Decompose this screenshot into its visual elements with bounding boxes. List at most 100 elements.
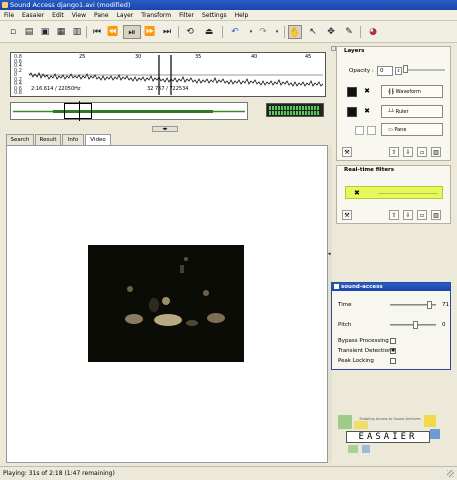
sound-access-titlebar[interactable]: sound-access — [332, 283, 450, 291]
menu-view[interactable]: View — [68, 10, 90, 21]
filter-item[interactable]: ✖ — [345, 186, 443, 199]
rewind-start-icon[interactable]: ⏮ — [90, 25, 104, 39]
pitch-slider-knob[interactable] — [413, 321, 419, 329]
time-slider-knob[interactable] — [426, 301, 432, 309]
pane-layer-icon: ▭ — [388, 127, 393, 133]
meter-bar-right — [269, 111, 319, 115]
bypass-processing-label: Bypass Processing — [338, 338, 389, 344]
logo-square — [354, 421, 368, 429]
navigate-hand-icon[interactable]: ✋ — [288, 25, 302, 39]
menu-pane[interactable]: Pane — [90, 10, 113, 21]
dialog-icon — [334, 284, 339, 289]
redo-icon[interactable]: ↷ — [256, 25, 270, 39]
save-as-icon[interactable]: ▦ — [54, 25, 68, 39]
select-cursor-icon[interactable]: ↖ — [306, 25, 320, 39]
play-selection-icon[interactable]: ⏏ — [202, 25, 216, 39]
video-frame-image — [88, 245, 244, 362]
layer-settings-icon[interactable]: ⚒ — [342, 147, 352, 157]
tab-result[interactable]: Result — [35, 134, 61, 145]
time-slider[interactable] — [390, 301, 436, 309]
opacity-spinbox[interactable]: 0 — [377, 66, 393, 76]
pitch-label: Pitch — [338, 322, 352, 328]
edit-pen-icon[interactable]: ✎ — [342, 25, 356, 39]
filter-delete-icon[interactable]: ▥ — [431, 210, 441, 220]
filter-enabled-icon[interactable]: ✖ — [354, 189, 360, 197]
loop-icon[interactable]: ⟲ — [183, 25, 197, 39]
layer-ruler-button[interactable]: ┴┴ Ruler — [381, 105, 443, 118]
pitch-slider[interactable] — [390, 321, 436, 329]
play-pause-icon[interactable]: ⏯ — [123, 25, 141, 39]
time-readout: 2:16.614 / 22050Hz — [31, 86, 81, 92]
ruler-color-swatch[interactable] — [347, 107, 357, 117]
menu-layer[interactable]: Layer — [113, 10, 138, 21]
tab-search[interactable]: Search — [6, 134, 34, 145]
new-file-icon[interactable]: ▫ — [6, 25, 20, 39]
redo-dropdown-icon[interactable]: ▾ — [270, 25, 284, 39]
ruler-visible-check[interactable]: ✖ — [364, 108, 370, 115]
filter-move-up-icon[interactable]: ⇧ — [389, 210, 399, 220]
filters-group: Real-time filters ✖ ⚒ ⇧ ⇩ ▫ ▥ — [336, 165, 451, 224]
rewind-icon[interactable]: ⏪ — [106, 25, 120, 39]
menu-settings[interactable]: Settings — [198, 10, 231, 21]
waveform-color-swatch[interactable] — [347, 87, 357, 97]
save-icon[interactable]: ▣ — [38, 25, 52, 39]
menu-easaier[interactable]: Easaier — [18, 10, 48, 21]
status-bar: Playing: 31s of 2:18 (1:47 remaining) — [0, 466, 457, 480]
filter-name-bar — [378, 193, 438, 194]
opacity-slider[interactable] — [403, 65, 445, 73]
bypass-processing-checkbox[interactable] — [390, 338, 396, 344]
overview-waveform — [13, 110, 245, 113]
pane-swatch[interactable] — [355, 126, 364, 135]
video-frame[interactable] — [88, 245, 244, 362]
meter-bar-left — [269, 106, 319, 110]
layer-waveform-button[interactable]: ╢╟ Waveform — [381, 85, 443, 98]
overview-strip[interactable] — [10, 101, 248, 121]
menu-transform[interactable]: Transform — [137, 10, 175, 21]
overview-viewport-box[interactable] — [64, 103, 92, 119]
waveform-layer-icon: ╢╟ — [388, 89, 395, 95]
layer-delete-icon[interactable]: ▥ — [431, 147, 441, 157]
waveform-view[interactable]: 0.8 0.6 0.4 0.2 0 0.2 0.4 0.6 0.8 25 30 … — [10, 52, 326, 97]
color-palette-icon[interactable]: ◕ — [366, 25, 380, 39]
logo-wordmark: EASAIER — [346, 431, 430, 443]
layer-waveform-label: Waveform — [395, 89, 422, 95]
sound-access-dialog: sound-access Time 71 Pitch 0 Bypass Proc… — [331, 282, 451, 370]
layer-move-up-icon[interactable]: ⇧ — [389, 147, 399, 157]
menu-edit[interactable]: Edit — [48, 10, 68, 21]
forward-end-icon[interactable]: ⏭ — [160, 25, 174, 39]
pane-splitter-handle[interactable]: ◂▸ — [152, 126, 178, 132]
filter-settings-icon[interactable]: ⚒ — [342, 210, 352, 220]
peak-locking-label: Peak Locking — [338, 358, 374, 364]
resize-grip-icon[interactable] — [447, 470, 454, 477]
export-icon[interactable]: ▥ — [70, 25, 84, 39]
opacity-spin-arrows-icon[interactable]: ⇕ — [395, 67, 402, 75]
filter-new-icon[interactable]: ▫ — [417, 210, 427, 220]
transient-detection-label: Transient Detection — [338, 348, 392, 354]
toolbar-separator — [86, 26, 87, 38]
menu-help[interactable]: Help — [231, 10, 253, 21]
toolbar: ▫ ▤ ▣ ▦ ▥ ⏮ ⏪ ⏯ ⏩ ⏭ ⟲ ⏏ ↶ ▾ ↷ ▾ ✋ ↖ ✥ ✎ … — [0, 21, 457, 43]
move-icon[interactable]: ✥ — [324, 25, 338, 39]
pane-visible-check[interactable] — [367, 126, 376, 135]
layer-new-icon[interactable]: ▫ — [417, 147, 427, 157]
time-label: Time — [338, 302, 352, 308]
undo-icon[interactable]: ↶ — [228, 25, 242, 39]
menu-filter[interactable]: Filter — [175, 10, 198, 21]
title-bar: Sound Access django1.avi (modified) — [0, 0, 457, 10]
amplitude-scale: 0.8 0.6 0.4 0.2 0 0.2 0.4 0.6 0.8 — [14, 55, 22, 96]
splitter-arrow-icon: ◂ — [328, 251, 331, 257]
tab-info[interactable]: Info — [62, 134, 84, 145]
opacity-slider-knob[interactable] — [403, 65, 408, 73]
transient-detection-checkbox[interactable]: ✱ — [390, 348, 396, 354]
menu-bar: File Easaier Edit View Pane Layer Transform Fil… — [0, 10, 457, 21]
layer-ruler-label: Ruler — [395, 109, 409, 115]
layer-move-down-icon[interactable]: ⇩ — [403, 147, 413, 157]
layer-pane-button[interactable]: ▭ Pane — [381, 123, 443, 136]
menu-file[interactable]: File — [0, 10, 18, 21]
open-file-icon[interactable]: ▤ — [22, 25, 36, 39]
filter-move-down-icon[interactable]: ⇩ — [403, 210, 413, 220]
peak-locking-checkbox[interactable] — [390, 358, 396, 364]
layer-pane-label: Pane — [394, 127, 407, 133]
waveform-visible-check[interactable]: ✖ — [364, 88, 370, 95]
fast-forward-icon[interactable]: ⏩ — [143, 25, 157, 39]
